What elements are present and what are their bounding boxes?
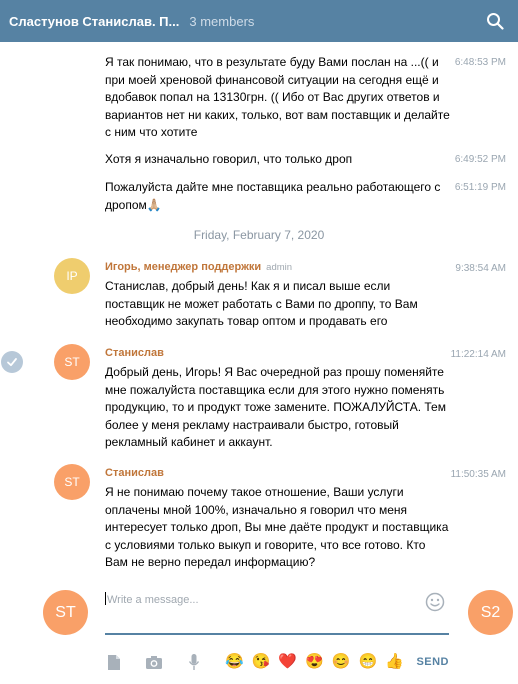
peer-avatar[interactable]: S2	[468, 590, 513, 635]
message-author[interactable]: Станислав	[105, 467, 164, 479]
date-separator: Friday, February 7, 2020	[193, 228, 325, 242]
emoji-heart-eyes-icon[interactable]: 😍	[305, 653, 324, 671]
avatar[interactable]: IP	[54, 258, 90, 294]
microphone-icon[interactable]	[185, 653, 203, 671]
emoji-tears-of-joy-icon[interactable]: 😂	[225, 653, 244, 671]
message-time: 11:22:14 AM	[450, 349, 506, 360]
admin-badge: admin	[266, 262, 293, 273]
message-time: 11:50:35 AM	[450, 469, 506, 480]
message-author[interactable]: Станислав	[105, 347, 164, 359]
message-placeholder: Write a message...	[107, 594, 199, 606]
message-time: 6:49:52 PM	[454, 154, 506, 165]
emoji-thumbs-up-icon[interactable]: 👍	[385, 653, 404, 671]
chat-header: Сластунов Станислав. П... 3 members	[0, 0, 518, 42]
message-text: Пожалуйста дайте мне поставщика реально …	[105, 180, 441, 212]
message-text: Добрый день, Игорь! Я Вас очередной раз …	[105, 365, 446, 449]
search-icon[interactable]	[486, 12, 504, 30]
my-avatar[interactable]: ST	[43, 590, 88, 635]
send-button[interactable]: SEND	[416, 656, 449, 668]
message-text: Я так понимаю, что в результате буду Вам…	[105, 55, 450, 139]
emoji-kiss-icon[interactable]: 😘	[252, 653, 271, 671]
message-text: Я не понимаю почему такое отношение, Ваш…	[105, 485, 449, 569]
avatar[interactable]: ST	[54, 464, 90, 500]
emoji-grin-icon[interactable]: 😁	[358, 653, 377, 671]
members-count[interactable]: 3 members	[189, 14, 254, 29]
attach-file-icon[interactable]	[105, 653, 123, 671]
avatar[interactable]: ST	[54, 344, 90, 380]
chat-title[interactable]: Сластунов Станислав. П...	[9, 14, 179, 29]
author-name[interactable]: Игорь, менеджер поддержки	[105, 261, 261, 273]
emoji-heart-icon[interactable]: ❤️	[278, 653, 297, 671]
message-text: Станислав, добрый день! Как я и писал вы…	[105, 279, 418, 328]
text-caret	[105, 592, 106, 605]
message-time: 9:38:54 AM	[455, 263, 506, 274]
emoji-smile-icon[interactable]: 😊	[332, 653, 351, 671]
message-text: Хотя я изначально говорил, что только др…	[105, 152, 353, 166]
message-history[interactable]: Я так понимаю, что в результате буду Вам…	[0, 42, 518, 582]
select-check-icon[interactable]	[1, 351, 23, 373]
camera-icon[interactable]	[145, 653, 163, 671]
message-author[interactable]: Игорь, менеджер поддержки admin	[105, 261, 292, 273]
emoji-icon[interactable]	[425, 592, 445, 612]
message-time: 6:48:53 PM	[454, 57, 506, 68]
message-input[interactable]: Write a message...	[105, 590, 449, 635]
message-time: 6:51:19 PM	[454, 182, 506, 193]
composer-toolbar: 😂 😘 ❤️ 😍 😊 😁 👍	[105, 651, 455, 673]
